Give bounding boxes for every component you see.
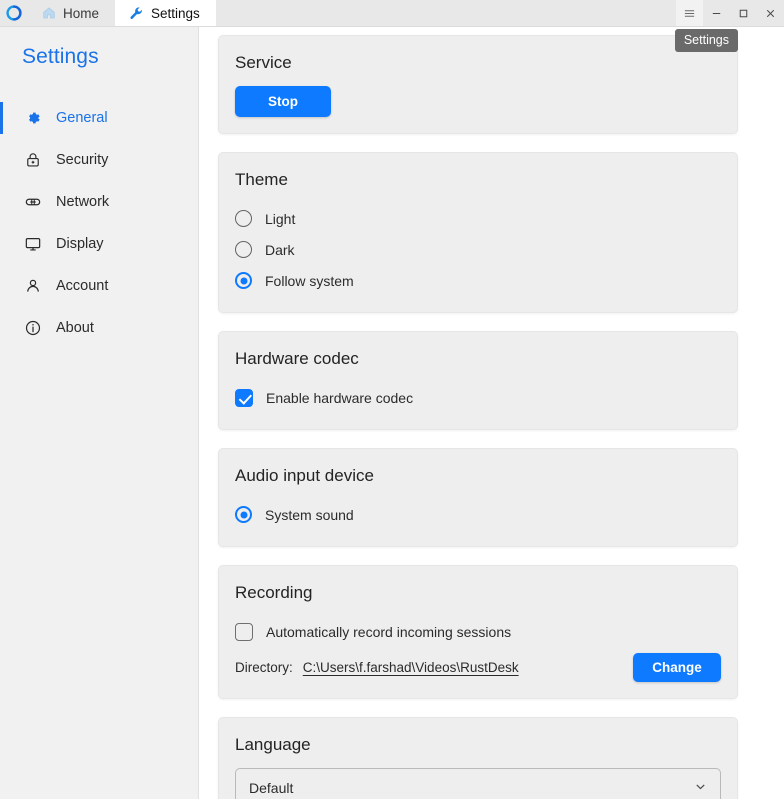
app-logo-icon [0, 0, 28, 26]
title-bar: Home Settings [0, 0, 784, 27]
tab-home-label: Home [63, 5, 100, 21]
info-icon [23, 319, 42, 338]
theme-option-light[interactable]: Light [235, 203, 721, 234]
language-selected-value: Default [249, 780, 294, 796]
radio-icon[interactable] [235, 506, 252, 523]
auto-record-label: Automatically record incoming sessions [266, 623, 512, 640]
settings-content: Settings Service Stop Theme Light Dark F… [199, 27, 784, 799]
sidebar-item-account[interactable]: Account [0, 265, 198, 307]
sidebar-item-label: Security [56, 152, 109, 168]
tab-settings-label: Settings [151, 5, 200, 21]
app-shell: Settings General Security Network Displa… [0, 27, 784, 799]
recording-card: Recording Automatically record incoming … [218, 565, 738, 699]
sidebar-item-label: Account [56, 278, 109, 294]
minimize-button[interactable] [703, 0, 730, 26]
window-controls [676, 0, 784, 26]
home-icon [42, 6, 56, 20]
sidebar-item-display[interactable]: Display [0, 223, 198, 265]
tab-home[interactable]: Home [28, 0, 116, 26]
sidebar-item-label: General [56, 110, 108, 126]
sidebar-title: Settings [22, 45, 99, 68]
checkbox-icon[interactable] [235, 622, 253, 641]
language-title: Language [235, 735, 311, 754]
theme-option-follow-system[interactable]: Follow system [235, 265, 721, 296]
sidebar-item-network[interactable]: Network [0, 181, 198, 223]
tab-strip: Home Settings [28, 0, 676, 26]
sidebar-item-general[interactable]: General [0, 97, 198, 139]
theme-option-label: Light [265, 210, 296, 227]
audio-option-label: System sound [265, 506, 354, 523]
checkbox-icon[interactable] [235, 388, 253, 407]
sidebar-nav: General Security Network Display Account… [0, 97, 198, 349]
radio-icon[interactable] [235, 241, 252, 258]
gear-icon [23, 109, 42, 128]
directory-label: Directory: [235, 660, 293, 675]
settings-tooltip: Settings [674, 29, 738, 52]
theme-card: Theme Light Dark Follow system [218, 152, 738, 313]
radio-icon[interactable] [235, 210, 252, 227]
monitor-icon [23, 235, 42, 254]
audio-input-card: Audio input device System sound [218, 448, 738, 547]
theme-option-label: Dark [265, 241, 295, 258]
auto-record-row[interactable]: Automatically record incoming sessions [235, 616, 721, 647]
sidebar: Settings General Security Network Displa… [0, 27, 199, 799]
language-card: Language Default [218, 717, 738, 799]
language-select[interactable]: Default [235, 768, 721, 799]
audio-option-system-sound[interactable]: System sound [235, 499, 721, 530]
sidebar-item-label: Display [56, 236, 104, 252]
theme-option-dark[interactable]: Dark [235, 234, 721, 265]
recording-title: Recording [235, 583, 313, 602]
wrench-icon [129, 6, 144, 21]
sidebar-item-about[interactable]: About [0, 307, 198, 349]
menu-button[interactable] [676, 0, 703, 26]
sidebar-item-security[interactable]: Security [0, 139, 198, 181]
directory-path-link[interactable]: C:\Users\f.farshad\Videos\RustDesk [303, 660, 519, 675]
audio-input-title: Audio input device [235, 466, 374, 485]
hardware-codec-title: Hardware codec [235, 349, 359, 368]
link-icon [23, 193, 42, 212]
sidebar-item-label: About [56, 320, 94, 336]
maximize-button[interactable] [730, 0, 757, 26]
service-card: Service Stop [218, 35, 738, 134]
person-icon [23, 277, 42, 296]
sidebar-item-label: Network [56, 194, 110, 210]
change-directory-button[interactable]: Change [633, 653, 721, 682]
chevron-down-icon [694, 780, 707, 796]
tab-settings[interactable]: Settings [115, 0, 216, 26]
enable-hardware-codec-label: Enable hardware codec [266, 389, 414, 406]
directory-row: Directory: C:\Users\f.farshad\Videos\Rus… [235, 653, 721, 682]
service-title: Service [235, 53, 292, 72]
enable-hardware-codec-row[interactable]: Enable hardware codec [235, 382, 721, 413]
close-button[interactable] [757, 0, 784, 26]
lock-icon [23, 151, 42, 170]
theme-option-label: Follow system [265, 272, 354, 289]
hardware-codec-card: Hardware codec Enable hardware codec [218, 331, 738, 430]
theme-title: Theme [235, 170, 288, 189]
radio-icon[interactable] [235, 272, 252, 289]
stop-service-button[interactable]: Stop [235, 86, 331, 117]
